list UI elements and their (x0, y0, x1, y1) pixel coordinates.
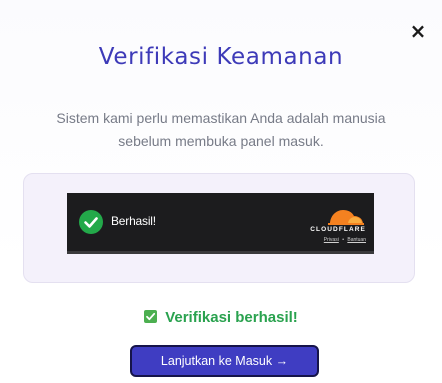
checkbox-checked-icon (144, 310, 158, 323)
verification-modal: × Verifikasi Keamanan Sistem kami perlu … (0, 0, 442, 383)
captcha-status-text: Berhasil! (111, 214, 156, 228)
captcha-container: Berhasil! CLOUDFLARE Privasi • Bantuan (23, 173, 415, 283)
captcha-links: Privasi • Bantuan (324, 237, 366, 243)
turnstile-widget[interactable]: Berhasil! CLOUDFLARE Privasi • Bantuan (67, 193, 374, 254)
continue-to-login-button[interactable]: Lanjutkan ke Masuk → (130, 345, 319, 377)
check-circle-icon (79, 210, 103, 234)
success-message: Verifikasi berhasil! (165, 309, 298, 326)
description-line-2: sebelum membuka panel masuk. (118, 133, 324, 149)
modal-title: Verifikasi Keamanan (98, 44, 344, 70)
verification-success: Verifikasi berhasil! (0, 309, 442, 326)
cloudflare-cloud-icon (328, 210, 364, 225)
link-separator: • (342, 237, 344, 243)
modal-description: Sistem kami perlu memastikan Anda adalah… (20, 107, 422, 153)
privacy-link[interactable]: Privasi (324, 237, 339, 243)
description-line-1: Sistem kami perlu memastikan Anda adalah… (56, 110, 386, 126)
cloudflare-wordmark: CLOUDFLARE (310, 226, 366, 233)
help-link[interactable]: Bantuan (347, 237, 366, 243)
close-button[interactable]: × (408, 21, 428, 41)
